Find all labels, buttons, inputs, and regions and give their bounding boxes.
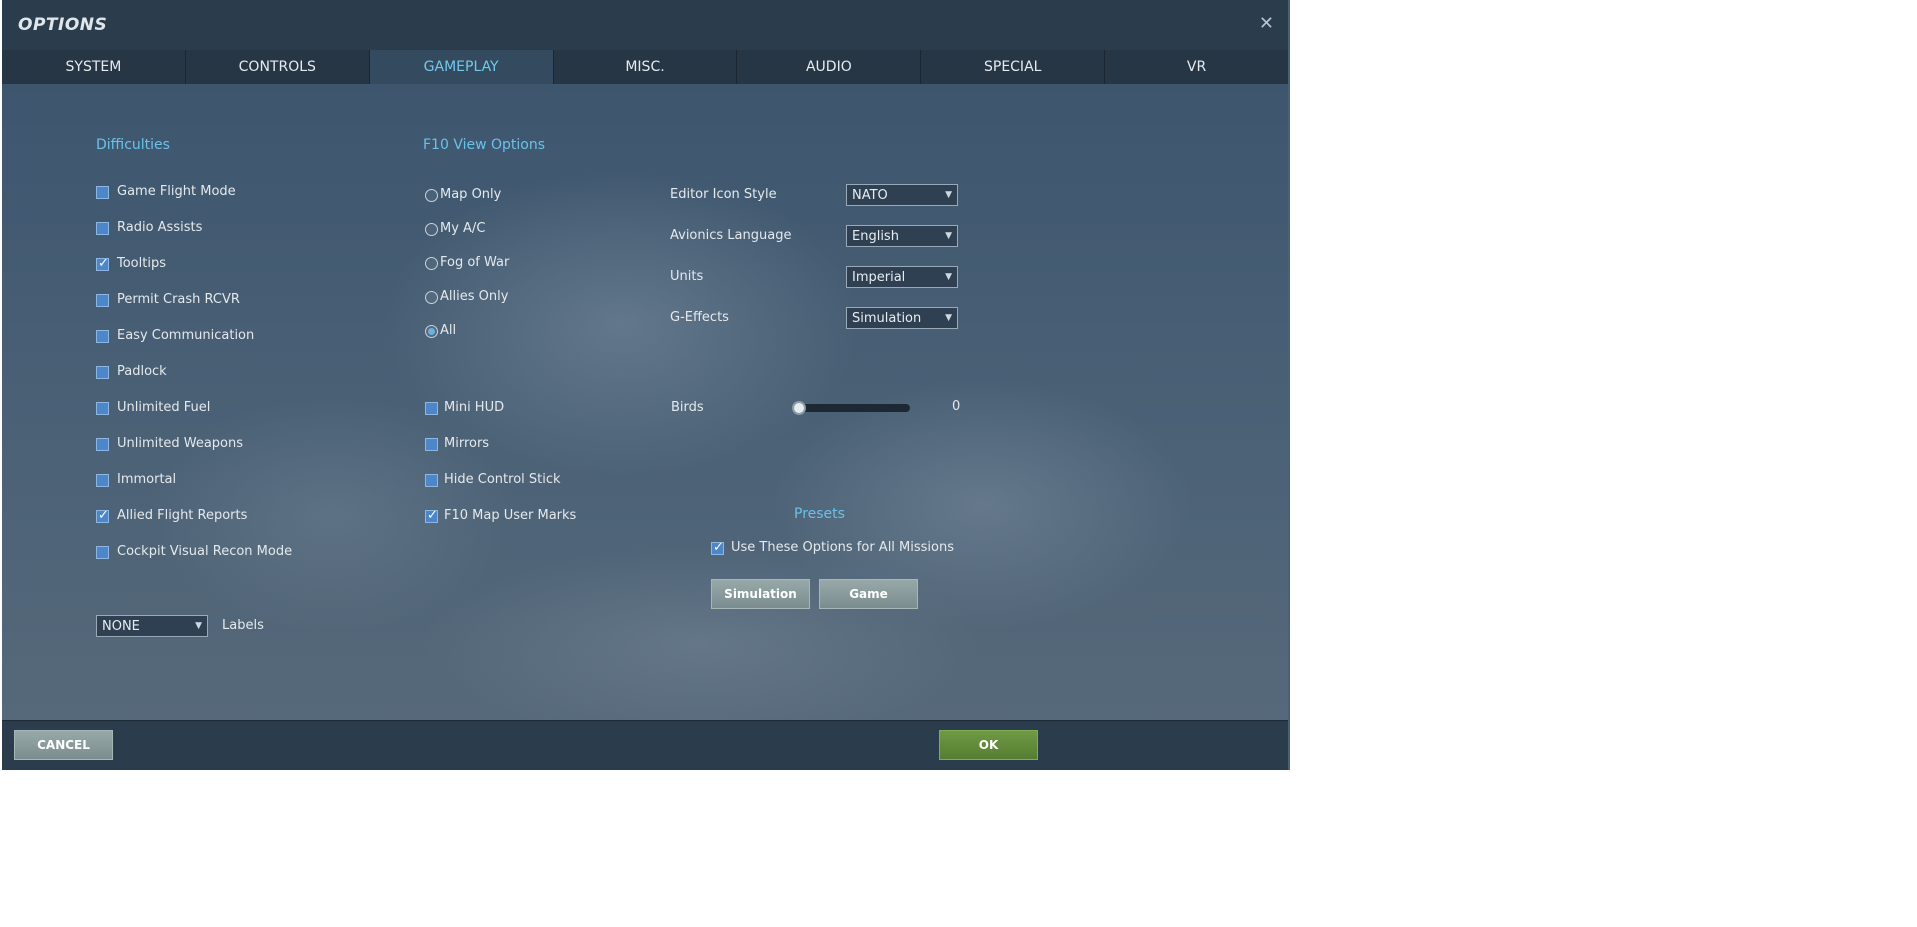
checkbox-label: Hide Control Stick <box>444 472 561 487</box>
checkbox-easy-communication[interactable] <box>96 330 109 343</box>
options-window: OPTIONS ✕ SYSTEM CONTROLS GAMEPLAY MISC.… <box>2 0 1290 770</box>
radio-label: Allies Only <box>440 289 509 304</box>
checkbox-padlock[interactable] <box>96 366 109 379</box>
radio-fog-of-war[interactable] <box>425 257 438 270</box>
check-icon: ✓ <box>713 540 724 555</box>
footer-bar: CANCEL OK <box>2 720 1288 770</box>
checkbox-immortal[interactable] <box>96 474 109 487</box>
checkbox-label: Mirrors <box>444 436 490 451</box>
radio-label: My A/C <box>440 221 486 236</box>
close-icon[interactable]: ✕ <box>1259 14 1274 34</box>
cancel-button[interactable]: CANCEL <box>14 730 113 760</box>
birds-label: Birds <box>671 400 704 415</box>
title-bar: OPTIONS ✕ <box>2 0 1288 51</box>
checkbox-label: Padlock <box>117 364 167 379</box>
checkbox-tooltips[interactable]: ✓ <box>96 256 109 271</box>
game-preset-button[interactable]: Game <box>819 579 918 609</box>
checkbox-mini-hud[interactable] <box>425 402 438 415</box>
checkbox-label: Tooltips <box>117 256 166 271</box>
checkbox-label: Unlimited Weapons <box>117 436 244 451</box>
g-effects-select[interactable]: Simulation ▼ <box>846 307 958 329</box>
checkbox-unlimited-fuel[interactable] <box>96 402 109 415</box>
checkbox-permit-crash-rcvr[interactable] <box>96 294 109 307</box>
check-icon: ✓ <box>427 508 438 523</box>
window-title: OPTIONS <box>18 15 108 35</box>
tab-vr[interactable]: VR <box>1105 50 1288 84</box>
checkbox-use-for-all-missions[interactable]: ✓ <box>711 540 724 555</box>
birds-slider-track[interactable] <box>794 404 910 412</box>
tab-system[interactable]: SYSTEM <box>2 50 186 84</box>
units-label: Units <box>670 269 704 284</box>
checkbox-radio-assists[interactable] <box>96 222 109 235</box>
select-value: NATO <box>852 188 888 203</box>
checkbox-unlimited-weapons[interactable] <box>96 438 109 451</box>
tab-bar: SYSTEM CONTROLS GAMEPLAY MISC. AUDIO SPE… <box>2 50 1288 85</box>
radio-label: All <box>440 323 457 338</box>
simulation-preset-button[interactable]: Simulation <box>711 579 810 609</box>
labels-label: Labels <box>222 618 264 633</box>
checkbox-mirrors[interactable] <box>425 438 438 451</box>
ok-button[interactable]: OK <box>939 730 1038 760</box>
radio-dot-icon <box>428 328 435 335</box>
checkbox-label: Cockpit Visual Recon Mode <box>117 544 293 559</box>
avionics-language-select[interactable]: English ▼ <box>846 225 958 247</box>
checkbox-label: Allied Flight Reports <box>117 508 248 523</box>
tab-audio[interactable]: AUDIO <box>737 50 922 84</box>
birds-slider-handle[interactable] <box>792 401 806 415</box>
chevron-down-icon: ▼ <box>945 231 952 241</box>
difficulties-title: Difficulties <box>96 137 170 153</box>
labels-select-value: NONE <box>102 619 140 634</box>
checkbox-allied-flight-reports[interactable]: ✓ <box>96 508 109 523</box>
checkbox-label: Mini HUD <box>444 400 505 415</box>
checkbox-label: Radio Assists <box>117 220 203 235</box>
checkbox-label: Immortal <box>117 472 177 487</box>
f10-view-options-title: F10 View Options <box>423 137 546 153</box>
editor-icon-style-select[interactable]: NATO ▼ <box>846 184 958 206</box>
check-icon: ✓ <box>98 508 109 523</box>
gameplay-panel: Difficulties Game Flight Mode Radio Assi… <box>2 84 1288 720</box>
checkbox-label: Unlimited Fuel <box>117 400 211 415</box>
chevron-down-icon: ▼ <box>945 313 952 323</box>
checkbox-hide-control-stick[interactable] <box>425 474 438 487</box>
radio-map-only[interactable] <box>425 189 438 202</box>
birds-value: 0 <box>952 399 961 414</box>
editor-icon-style-label: Editor Icon Style <box>670 187 777 202</box>
g-effects-label: G-Effects <box>670 310 729 325</box>
tab-misc[interactable]: MISC. <box>554 50 738 84</box>
use-for-all-missions-label: Use These Options for All Missions <box>731 540 954 555</box>
radio-label: Map Only <box>440 187 502 202</box>
chevron-down-icon: ▼ <box>945 190 952 200</box>
checkbox-f10-map-user-marks[interactable]: ✓ <box>425 508 438 523</box>
select-value: Simulation <box>852 311 922 326</box>
tab-controls[interactable]: CONTROLS <box>186 50 370 84</box>
checkbox-label: Game Flight Mode <box>117 184 236 199</box>
checkbox-cockpit-visual-recon-mode[interactable] <box>96 546 109 559</box>
chevron-down-icon: ▼ <box>945 272 952 282</box>
checkbox-game-flight-mode[interactable] <box>96 186 109 199</box>
presets-title: Presets <box>794 506 845 522</box>
labels-select[interactable]: NONE ▼ <box>96 615 208 637</box>
radio-my-ac[interactable] <box>425 223 438 236</box>
checkbox-label: Permit Crash RCVR <box>117 292 240 307</box>
radio-all[interactable] <box>425 325 438 338</box>
units-select[interactable]: Imperial ▼ <box>846 266 958 288</box>
radio-label: Fog of War <box>440 255 510 270</box>
check-icon: ✓ <box>98 256 109 271</box>
select-value: Imperial <box>852 270 906 285</box>
avionics-language-label: Avionics Language <box>670 228 792 243</box>
radio-allies-only[interactable] <box>425 291 438 304</box>
select-value: English <box>852 229 899 244</box>
tab-gameplay[interactable]: GAMEPLAY <box>369 50 554 84</box>
chevron-down-icon: ▼ <box>195 621 202 631</box>
checkbox-label: F10 Map User Marks <box>444 508 577 523</box>
tab-special[interactable]: SPECIAL <box>921 50 1106 84</box>
checkbox-label: Easy Communication <box>117 328 255 343</box>
